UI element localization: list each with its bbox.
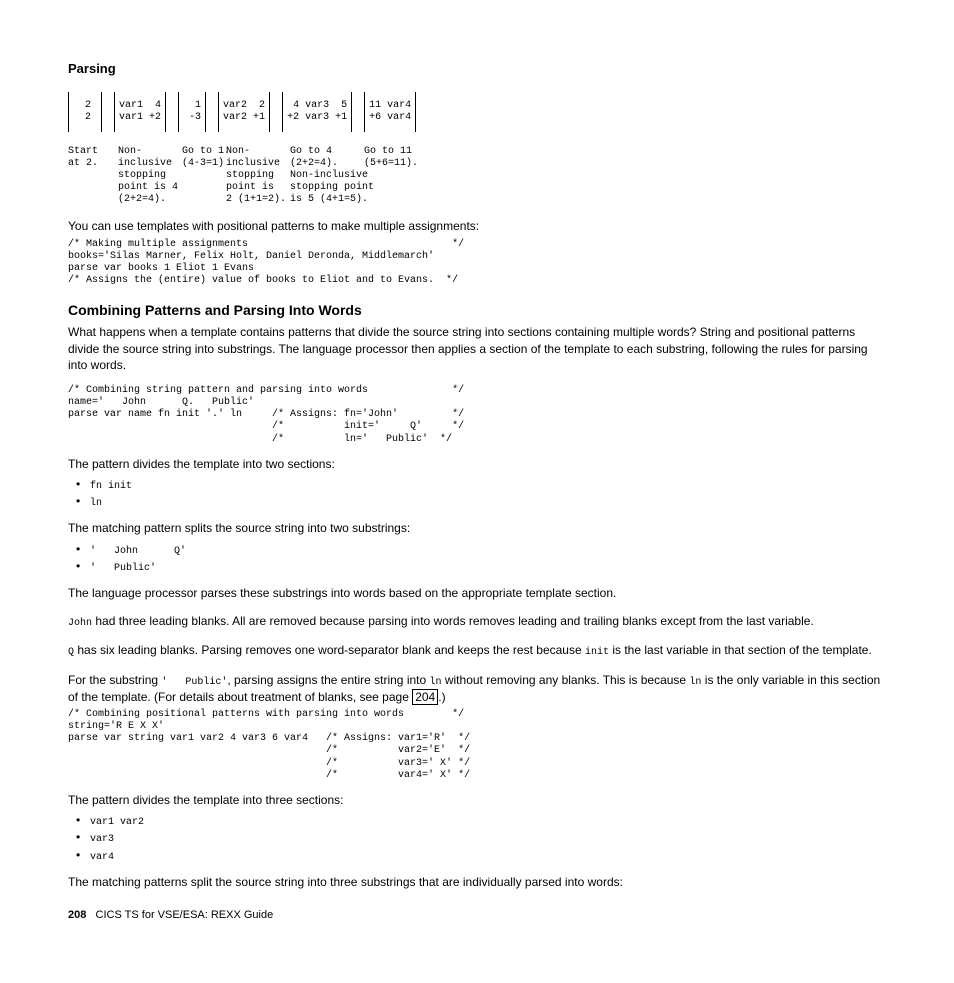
inline-code-ln1: ln [430,677,442,688]
code-block-3: /* Combining positional patterns with pa… [68,709,886,782]
page-footer: 208 CICS TS for VSE/ESA: REXX Guide [68,908,886,923]
positional-diagram: 2 2 var1 4 var1 +2 1 -3 var2 2 var2 +1 4… [68,92,886,207]
box4-l2: var2 +1 [223,112,265,123]
inline-code-public-literal: ' Public' [161,677,227,688]
bullet-var4: var4 [90,852,114,863]
box4-l1: var2 2 [223,100,265,111]
templates-intro-text: You can use templates with positional pa… [68,218,886,234]
bullets-three-sections: var1 var2 var3 var4 [68,812,886,864]
three-substrings-text: The matching patterns split the source s… [68,874,886,890]
footer-text: CICS TS for VSE/ESA: REXX Guide [96,909,274,921]
inline-code-ln2: ln [689,677,701,688]
bullet-var3: var3 [90,834,114,845]
john-paragraph: John had three leading blanks. All are r… [68,613,886,630]
box5-l1: 4 var3 5 [287,100,347,111]
q-paragraph: Q has six leading blanks. Parsing remove… [68,642,886,659]
diagram-caption-2: Non- inclusive stopping point is 4 (2+2=… [118,146,170,207]
box1-l2: 2 [73,112,97,123]
running-head: Parsing [68,60,886,78]
bullet-public: ' Public' [90,563,156,574]
box2-l1: var1 4 [119,100,161,111]
bullet-john-q: ' John Q' [90,546,186,557]
lang-proc-text: The language processor parses these subs… [68,585,886,601]
bullets-template-sections: fn init ln [68,476,886,510]
diagram-caption-4: Non- inclusive stopping point is 2 (1+1=… [226,146,278,207]
diagram-caption-5: Go to 4 (2+2=4). Non-inclusive stopping … [290,146,352,207]
combining-body-text: What happens when a template contains pa… [68,324,886,373]
bullets-substrings: ' John Q' ' Public' [68,541,886,575]
page-link-204[interactable]: 204 [412,689,438,705]
bullet-ln: ln [90,498,102,509]
two-sections-text: The pattern divides the template into tw… [68,456,886,472]
bullet-fn-init: fn init [90,481,132,492]
code-block-1: /* Making multiple assignments */ books=… [68,239,886,288]
diagram-caption-6: Go to 11 (5+6=11). [364,146,416,207]
page-number: 208 [68,909,86,921]
box2-l2: var1 +2 [119,112,161,123]
public-paragraph: For the substring ' Public', parsing ass… [68,672,886,705]
diagram-caption-3: Go to 1. (4-3=1) [182,146,214,207]
inline-code-john: John [68,618,92,629]
diagram-caption-1: Start at 2. [68,146,106,207]
heading-combining-patterns: Combining Patterns and Parsing Into Word… [68,301,886,320]
box5-l2: +2 var3 +1 [287,112,347,123]
box1-l1: 2 [73,100,97,111]
bullet-var1-var2: var1 var2 [90,817,144,828]
box6-l2: +6 var4 [369,112,411,123]
code-block-2: /* Combining string pattern and parsing … [68,385,886,446]
inline-code-init: init [585,647,609,658]
three-sections-text: The pattern divides the template into th… [68,792,886,808]
two-substrings-text: The matching pattern splits the source s… [68,520,886,536]
box3-l1: 1 [183,100,201,111]
box6-l1: 11 var4 [369,100,411,111]
box3-l2: -3 [183,112,201,123]
